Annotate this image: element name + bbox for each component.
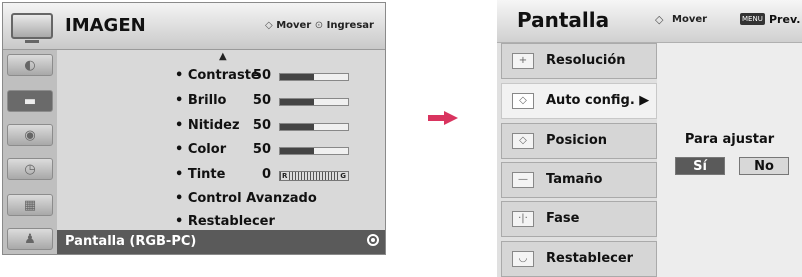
pantalla-menu-panel: Pantalla ◇ Mover MENU Prev. + Resolución… bbox=[497, 0, 802, 277]
imagen-header: IMAGEN ◇ Mover ⊙ Ingresar bbox=[3, 3, 385, 50]
clock-icon[interactable]: ◷ bbox=[7, 158, 53, 180]
tint-green-label: G bbox=[339, 172, 347, 180]
yes-button[interactable]: Sí bbox=[675, 157, 725, 175]
enter-hint: Ingresar bbox=[326, 20, 374, 31]
brillo-value: 50 bbox=[252, 93, 271, 108]
pantalla-item-resolucion[interactable]: + Resolución bbox=[501, 43, 657, 79]
menu-item-restablecer[interactable]: • Restablecer bbox=[175, 214, 275, 229]
move-icon: ◇ bbox=[655, 13, 664, 26]
tinte-value: 0 bbox=[261, 167, 271, 182]
category-icon-column: ◐ ▬ ◉ ◷ ▦ ♟ bbox=[3, 50, 57, 254]
nitidez-value: 50 bbox=[252, 118, 271, 133]
resolution-icon: + bbox=[512, 53, 534, 69]
move-icon: ◇ bbox=[265, 20, 273, 31]
tamano-label: Tamaño bbox=[546, 172, 603, 187]
transition-arrow-icon bbox=[428, 111, 458, 125]
enter-icon: ⊙ bbox=[314, 20, 324, 31]
fase-label: Fase bbox=[546, 211, 580, 226]
move-hint: Mover bbox=[672, 14, 708, 25]
tint-red-label: R bbox=[281, 172, 289, 180]
restablecer-label: Restablecer bbox=[546, 251, 634, 266]
tinte-slider[interactable]: R G bbox=[279, 171, 349, 181]
pantalla-item-restablecer[interactable]: ◡ Restablecer bbox=[501, 241, 657, 277]
menu-item-tinte[interactable]: • Tinte bbox=[175, 167, 225, 182]
prev-hint: Prev. bbox=[769, 13, 801, 26]
resolucion-label: Resolución bbox=[546, 53, 626, 68]
lock-icon[interactable]: ♟ bbox=[7, 228, 53, 250]
tv-picture-icon bbox=[11, 13, 53, 43]
move-hint: Mover bbox=[276, 20, 312, 31]
posicion-label: Posicion bbox=[546, 133, 608, 148]
imagen-menu-list: ▲ • Contraste 50 • Brillo 50 • Nitidez 5… bbox=[57, 50, 385, 254]
enter-circle-icon bbox=[367, 234, 379, 246]
color-value: 50 bbox=[252, 142, 271, 157]
pantalla-item-tamano[interactable]: — Tamaño bbox=[501, 162, 657, 198]
color-slider[interactable] bbox=[279, 147, 349, 155]
auto-config-label: Auto config. ▶ bbox=[546, 93, 650, 108]
size-icon: — bbox=[512, 172, 534, 188]
menu-item-pantalla-selected[interactable]: Pantalla (RGB-PC) bbox=[57, 230, 385, 254]
no-button[interactable]: No bbox=[739, 157, 789, 175]
reset-icon: ◡ bbox=[512, 251, 534, 267]
pantalla-title: Pantalla bbox=[517, 8, 610, 32]
menu-item-brillo[interactable]: • Brillo bbox=[175, 93, 226, 108]
auto-config-icon: ◇ bbox=[512, 93, 534, 109]
pantalla-item-auto-config[interactable]: ◇ Auto config. ▶ bbox=[501, 83, 657, 119]
contraste-slider[interactable] bbox=[279, 73, 349, 81]
imagen-help-bar: ◇ Mover ⊙ Ingresar bbox=[265, 20, 374, 31]
adjust-prompt: Para ajustar bbox=[684, 132, 775, 147]
option-icon[interactable]: ▦ bbox=[7, 194, 53, 216]
pantalla-item-fase[interactable]: ·|· Fase bbox=[501, 201, 657, 237]
picture-icon[interactable]: ◐ bbox=[7, 54, 53, 76]
scroll-up-icon[interactable]: ▲ bbox=[219, 51, 227, 62]
imagen-title: IMAGEN bbox=[65, 15, 146, 36]
menu-item-nitidez[interactable]: • Nitidez bbox=[175, 118, 240, 133]
pantalla-label: Pantalla (RGB-PC) bbox=[65, 234, 197, 249]
pantalla-item-posicion[interactable]: ◇ Posicion bbox=[501, 123, 657, 159]
contraste-value: 50 bbox=[252, 68, 271, 83]
position-icon: ◇ bbox=[512, 133, 534, 149]
menu-key-icon: MENU bbox=[740, 13, 765, 25]
pantalla-header: Pantalla ◇ Mover MENU Prev. bbox=[497, 0, 802, 43]
audio-icon[interactable]: ◉ bbox=[7, 124, 53, 146]
menu-item-color[interactable]: • Color bbox=[175, 142, 226, 157]
phase-icon: ·|· bbox=[512, 211, 534, 227]
nitidez-slider[interactable] bbox=[279, 123, 349, 131]
brillo-slider[interactable] bbox=[279, 98, 349, 106]
menu-item-control-avanzado[interactable]: • Control Avanzado bbox=[175, 191, 317, 206]
screen-icon[interactable]: ▬ bbox=[7, 90, 53, 112]
auto-config-dialog: Para ajustar Sí No bbox=[657, 43, 802, 277]
imagen-menu-panel: IMAGEN ◇ Mover ⊙ Ingresar ◐ ▬ ◉ ◷ ▦ ♟ ▲ … bbox=[2, 2, 386, 255]
